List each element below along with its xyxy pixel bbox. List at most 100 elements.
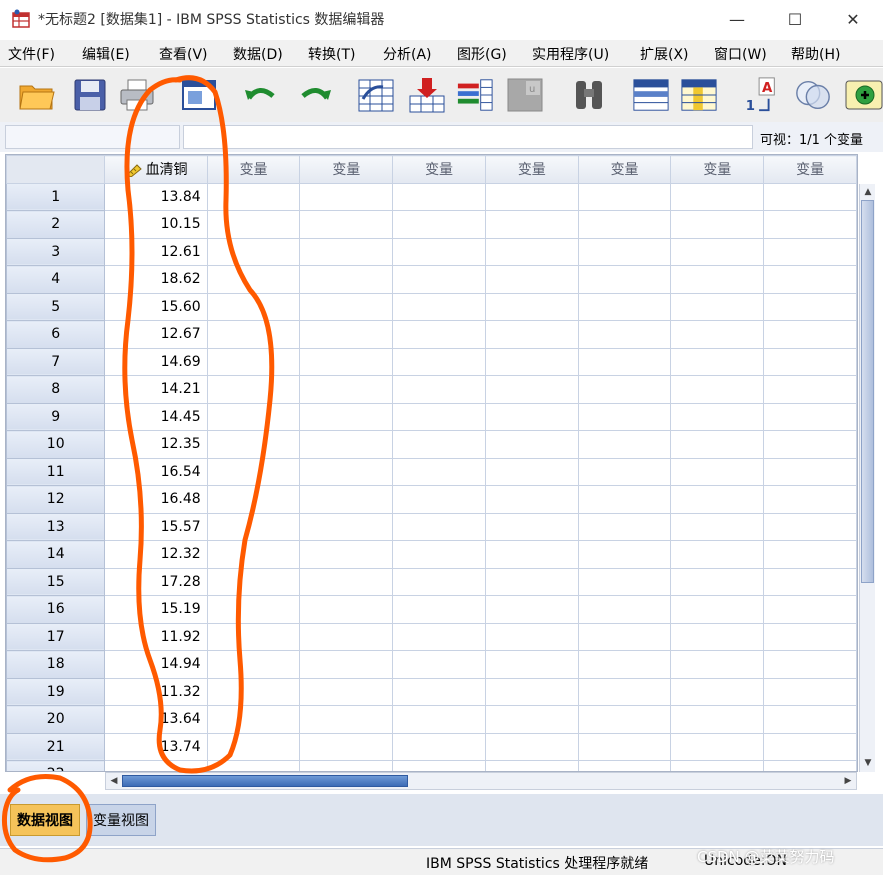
tab-data-view[interactable]: 数据视图	[10, 804, 80, 836]
empty-cell[interactable]	[206, 182, 301, 211]
empty-cell[interactable]	[577, 292, 672, 321]
empty-cell[interactable]	[577, 182, 672, 211]
empty-cell[interactable]	[206, 760, 301, 771]
empty-cell[interactable]	[670, 677, 765, 706]
empty-cell[interactable]	[670, 457, 765, 486]
empty-cell[interactable]	[392, 540, 486, 569]
menu-item-0[interactable]: 文件(F)	[8, 44, 55, 64]
empty-cell[interactable]	[206, 705, 301, 734]
empty-cell[interactable]	[299, 375, 394, 404]
empty-cell[interactable]	[763, 402, 857, 431]
empty-cell[interactable]	[763, 650, 857, 679]
row-number[interactable]: 22	[6, 760, 106, 771]
empty-cell[interactable]	[577, 595, 672, 624]
menu-item-6[interactable]: 图形(G)	[457, 44, 507, 64]
value-labels-button[interactable]	[845, 76, 883, 114]
empty-cell[interactable]	[206, 485, 301, 514]
save-button[interactable]	[71, 76, 109, 114]
empty-cell[interactable]	[299, 622, 394, 651]
empty-cell[interactable]	[577, 567, 672, 596]
empty-cell[interactable]	[577, 210, 672, 239]
row-number[interactable]: 5	[6, 292, 106, 321]
goto-variable-button[interactable]	[408, 76, 446, 114]
empty-cell[interactable]	[763, 622, 857, 651]
empty-cell[interactable]	[670, 375, 765, 404]
empty-cell[interactable]	[206, 292, 301, 321]
empty-cell[interactable]	[392, 677, 486, 706]
vertical-scroll-thumb[interactable]	[861, 200, 874, 583]
empty-cell[interactable]	[763, 677, 857, 706]
empty-cell[interactable]	[392, 292, 486, 321]
empty-cell[interactable]	[392, 375, 486, 404]
cell-serum-copper[interactable]: 16.54	[104, 457, 208, 486]
empty-cell[interactable]	[763, 732, 857, 761]
empty-cell[interactable]	[484, 347, 579, 376]
horizontal-scrollbar[interactable]: ◀ ▶	[105, 772, 857, 790]
empty-cell[interactable]	[484, 567, 579, 596]
row-number[interactable]: 2	[6, 210, 106, 239]
empty-cell[interactable]	[392, 237, 486, 266]
empty-cell[interactable]	[763, 265, 857, 294]
empty-cell[interactable]	[763, 595, 857, 624]
cell-serum-copper[interactable]: 13.84	[104, 182, 208, 211]
empty-cell[interactable]	[577, 457, 672, 486]
menu-item-7[interactable]: 实用程序(U)	[532, 44, 609, 64]
menu-item-5[interactable]: 分析(A)	[383, 44, 432, 64]
empty-cell[interactable]	[670, 732, 765, 761]
row-number[interactable]: 18	[6, 650, 106, 679]
menu-item-9[interactable]: 窗口(W)	[714, 44, 767, 64]
empty-cell[interactable]	[206, 677, 301, 706]
empty-cell[interactable]	[392, 402, 486, 431]
empty-cell[interactable]	[763, 320, 857, 349]
cell-serum-copper[interactable]: 12.61	[104, 237, 208, 266]
cell-serum-copper[interactable]: 12.35	[104, 430, 208, 459]
empty-cell[interactable]	[392, 622, 486, 651]
empty-cell[interactable]	[577, 265, 672, 294]
empty-cell[interactable]	[392, 347, 486, 376]
undo-button[interactable]	[242, 76, 280, 114]
dialog-recall-button[interactable]	[180, 76, 218, 114]
horizontal-scroll-thumb[interactable]	[122, 775, 408, 787]
empty-cell[interactable]	[206, 210, 301, 239]
empty-cell[interactable]	[484, 292, 579, 321]
empty-cell[interactable]	[484, 677, 579, 706]
empty-cell[interactable]	[484, 375, 579, 404]
empty-cell[interactable]	[670, 402, 765, 431]
empty-cell[interactable]	[392, 210, 486, 239]
close-button[interactable]: ✕	[824, 0, 882, 38]
menu-item-4[interactable]: 转换(T)	[308, 44, 355, 64]
row-number[interactable]: 7	[6, 347, 106, 376]
empty-cell[interactable]	[206, 402, 301, 431]
find-button[interactable]	[570, 76, 608, 114]
row-number[interactable]: 17	[6, 622, 106, 651]
empty-cell[interactable]	[392, 595, 486, 624]
menu-item-3[interactable]: 数据(D)	[233, 44, 283, 64]
empty-cell[interactable]	[299, 567, 394, 596]
tab-variable-view[interactable]: 变量视图	[86, 804, 156, 836]
empty-cell[interactable]	[206, 347, 301, 376]
empty-cell[interactable]	[299, 292, 394, 321]
scroll-down-icon[interactable]: ▼	[861, 756, 875, 770]
empty-cell[interactable]	[299, 595, 394, 624]
empty-cell[interactable]	[484, 402, 579, 431]
empty-cell[interactable]	[299, 512, 394, 541]
menu-item-1[interactable]: 编辑(E)	[82, 44, 130, 64]
empty-cell[interactable]	[577, 402, 672, 431]
empty-cell[interactable]	[670, 347, 765, 376]
empty-cell[interactable]	[299, 320, 394, 349]
empty-cell[interactable]	[484, 540, 579, 569]
empty-cell[interactable]	[577, 320, 672, 349]
empty-cell[interactable]	[206, 540, 301, 569]
empty-cell[interactable]	[392, 182, 486, 211]
empty-cell[interactable]	[577, 237, 672, 266]
empty-cell[interactable]	[484, 732, 579, 761]
cell-serum-copper[interactable]: 17.28	[104, 567, 208, 596]
variables-button[interactable]	[456, 76, 494, 114]
empty-cell[interactable]	[484, 650, 579, 679]
empty-cell[interactable]	[206, 320, 301, 349]
insert-cases-button[interactable]	[632, 76, 670, 114]
empty-cell[interactable]	[763, 540, 857, 569]
empty-cell[interactable]	[763, 182, 857, 211]
empty-cell[interactable]	[484, 182, 579, 211]
cell-value-field[interactable]	[183, 125, 753, 149]
